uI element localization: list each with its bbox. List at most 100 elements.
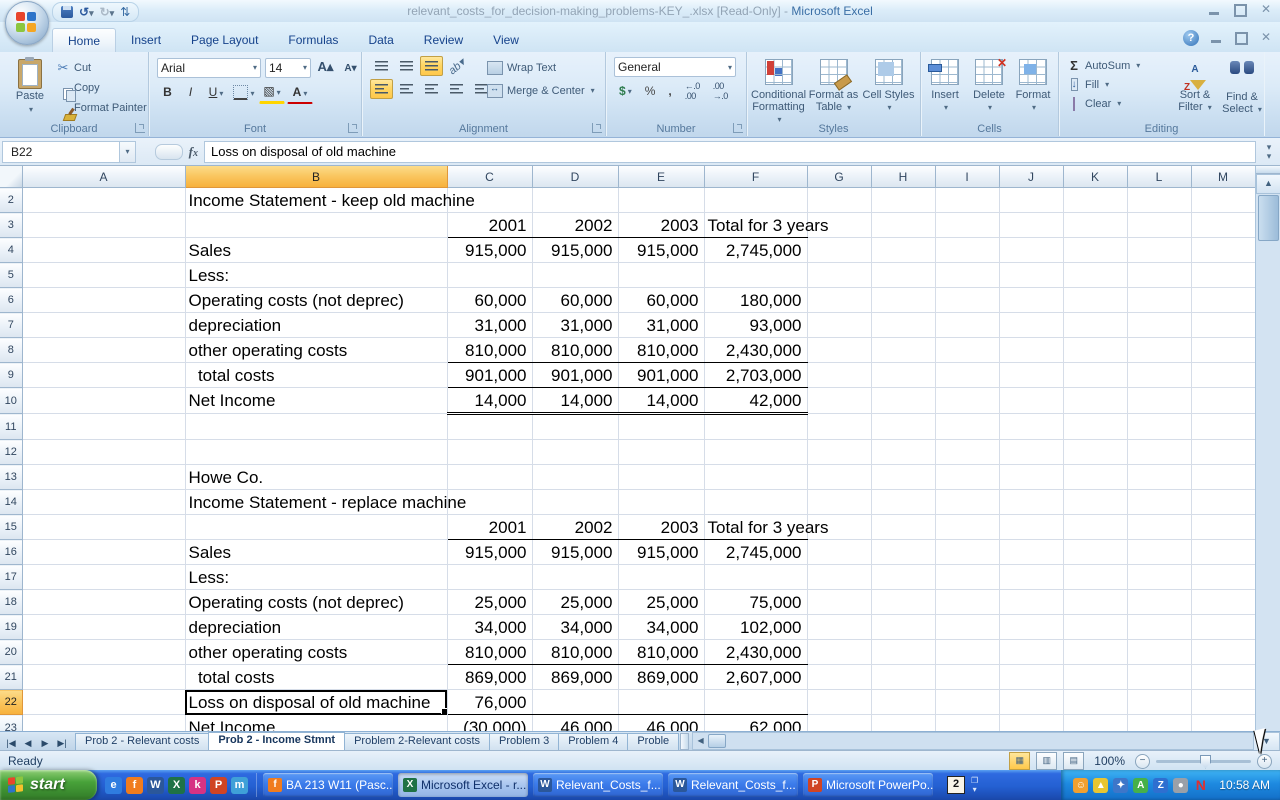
cell-k8[interactable] [1063, 338, 1127, 363]
cell-i13[interactable] [935, 465, 999, 490]
row-header-19[interactable]: 19 [0, 615, 22, 640]
cell-l14[interactable] [1127, 490, 1191, 515]
cell-f15[interactable]: Total for 3 years [704, 515, 807, 540]
cell-g10[interactable] [807, 388, 871, 414]
sheet-tab-prob-2-income-stmnt[interactable]: Prob 2 - Income Stmnt [208, 732, 345, 751]
align-left-button[interactable] [370, 79, 393, 99]
cell-e6[interactable]: 60,000 [618, 288, 704, 313]
cell-a6[interactable] [22, 288, 185, 313]
cell-a5[interactable] [22, 263, 185, 288]
cell-b18[interactable]: Operating costs (not deprec) [185, 590, 447, 615]
cell-h13[interactable] [871, 465, 935, 490]
vertical-split-handle[interactable] [1256, 166, 1280, 174]
cell-d11[interactable] [532, 414, 618, 440]
cell-f9[interactable]: 2,703,000 [704, 363, 807, 388]
cell-a14[interactable] [22, 490, 185, 515]
cell-e9[interactable]: 901,000 [618, 363, 704, 388]
cell-e13[interactable] [618, 465, 704, 490]
cell-b7[interactable]: depreciation [185, 313, 447, 338]
row-header-9[interactable]: 9 [0, 363, 22, 388]
fill-handle[interactable] [441, 708, 447, 714]
minimize-button[interactable] [1206, 3, 1222, 17]
cell-f11[interactable] [704, 414, 807, 440]
z-blue-tray-icon[interactable]: Z [1153, 778, 1168, 793]
cell-d23[interactable]: 46,000 [532, 715, 618, 732]
cell-e12[interactable] [618, 440, 704, 465]
cell-b4[interactable]: Sales [185, 238, 447, 263]
cell-k2[interactable] [1063, 188, 1127, 213]
cell-l9[interactable] [1127, 363, 1191, 388]
cell-j15[interactable] [999, 515, 1063, 540]
cell-h6[interactable] [871, 288, 935, 313]
green-a-tray-icon[interactable]: A [1133, 778, 1148, 793]
cell-m5[interactable] [1191, 263, 1255, 288]
cell-d5[interactable] [532, 263, 618, 288]
cell-h4[interactable] [871, 238, 935, 263]
shield-yellow-tray-icon[interactable]: ▲ [1093, 778, 1108, 793]
cell-h20[interactable] [871, 640, 935, 665]
cell-a19[interactable] [22, 615, 185, 640]
cell-b17[interactable]: Less: [185, 565, 447, 590]
tab-split-handle[interactable] [680, 733, 689, 750]
row-header-5[interactable]: 5 [0, 263, 22, 288]
cell-k5[interactable] [1063, 263, 1127, 288]
cell-m22[interactable] [1191, 690, 1255, 715]
cell-d13[interactable] [532, 465, 618, 490]
delete-cells-button[interactable]: Delete▾ [967, 55, 1011, 114]
cell-g7[interactable] [807, 313, 871, 338]
cell-j17[interactable] [999, 565, 1063, 590]
cell-c8[interactable]: 810,000 [447, 338, 532, 363]
decrease-decimal-button[interactable]: .00→.0 [708, 81, 733, 101]
word-doc-icon[interactable]: W [147, 777, 164, 794]
cell-m3[interactable] [1191, 213, 1255, 238]
cell-m17[interactable] [1191, 565, 1255, 590]
cell-b8[interactable]: other operating costs [185, 338, 447, 363]
cell-k14[interactable] [1063, 490, 1127, 515]
shrink-font-button[interactable]: A▾ [340, 57, 361, 78]
row-header-21[interactable]: 21 [0, 665, 22, 690]
cell-f8[interactable]: 2,430,000 [704, 338, 807, 363]
messenger-icon[interactable]: m [231, 777, 248, 794]
cell-k7[interactable] [1063, 313, 1127, 338]
cell-e16[interactable]: 915,000 [618, 540, 704, 565]
cell-f23[interactable]: 62,000 [704, 715, 807, 732]
cell-i19[interactable] [935, 615, 999, 640]
sort-filter-button[interactable]: AZ Sort & Filter ▾ [1171, 55, 1219, 116]
cell-k12[interactable] [1063, 440, 1127, 465]
cell-f10[interactable]: 42,000 [704, 388, 807, 414]
row-header-2[interactable]: 2 [0, 188, 22, 213]
column-header-d[interactable]: D [532, 166, 618, 188]
cell-g2[interactable] [807, 188, 871, 213]
sheet-tab-prob-2-relevant-costs[interactable]: Prob 2 - Relevant costs [75, 733, 209, 751]
cell-g8[interactable] [807, 338, 871, 363]
font-dialog-launcher[interactable] [348, 123, 358, 133]
nvda-red-tray-icon[interactable]: N [1193, 778, 1208, 793]
cell-c15[interactable]: 2001 [447, 515, 532, 540]
close-button[interactable] [1258, 3, 1274, 17]
cell-c21[interactable]: 869,000 [447, 665, 532, 690]
taskbar-collapse-icon[interactable]: ❐▾ [971, 776, 978, 794]
cell-g14[interactable] [807, 490, 871, 515]
row-header-6[interactable]: 6 [0, 288, 22, 313]
cell-a22[interactable] [22, 690, 185, 715]
cell-f22[interactable] [704, 690, 807, 715]
cell-m10[interactable] [1191, 388, 1255, 414]
accounting-format-button[interactable]: $▾ [614, 81, 637, 101]
row-header-13[interactable]: 13 [0, 465, 22, 490]
column-header-f[interactable]: F [704, 166, 807, 188]
cell-k21[interactable] [1063, 665, 1127, 690]
column-header-g[interactable]: G [807, 166, 871, 188]
tools-blue-tray-icon[interactable]: ✦ [1113, 778, 1128, 793]
name-box-dropdown-icon[interactable]: ▾ [120, 141, 136, 163]
cell-i9[interactable] [935, 363, 999, 388]
cell-g23[interactable] [807, 715, 871, 732]
cell-b5[interactable]: Less: [185, 263, 447, 288]
cell-d2[interactable] [532, 188, 618, 213]
cell-g22[interactable] [807, 690, 871, 715]
row-header-11[interactable]: 11 [0, 414, 22, 440]
cell-d18[interactable]: 25,000 [532, 590, 618, 615]
cell-f4[interactable]: 2,745,000 [704, 238, 807, 263]
cell-k11[interactable] [1063, 414, 1127, 440]
page-break-view-button[interactable]: ▤ [1063, 752, 1084, 770]
cell-d8[interactable]: 810,000 [532, 338, 618, 363]
